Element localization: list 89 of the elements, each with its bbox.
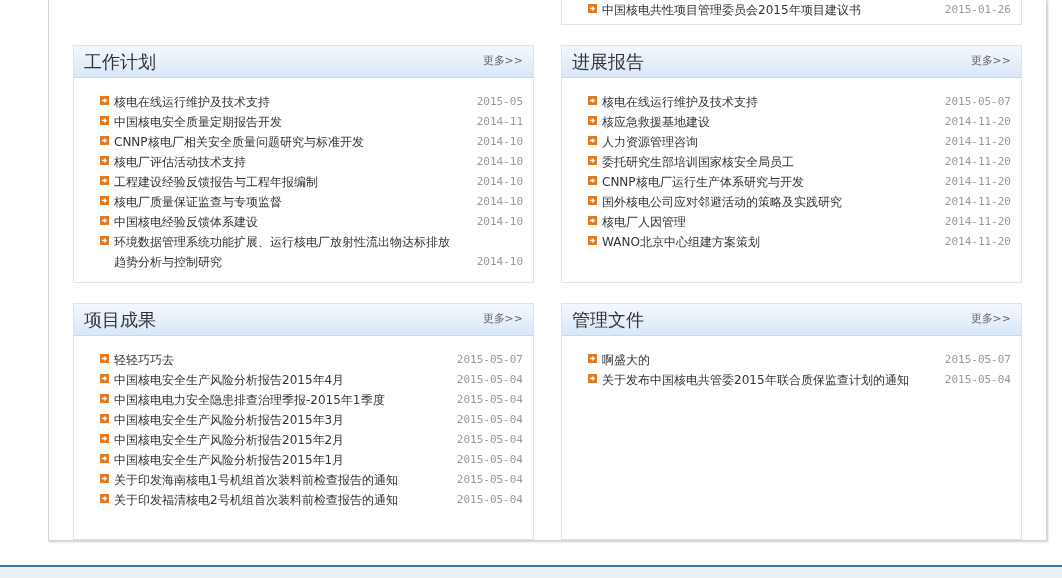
- arrow-bullet-icon: [100, 236, 109, 245]
- news-date: 2015-05-04: [456, 472, 523, 488]
- news-link[interactable]: 工程建设经验反馈报告与工程年报编制: [114, 172, 472, 192]
- more-link[interactable]: 更多>>: [482, 311, 523, 328]
- panel-title: 管理文件: [572, 308, 644, 332]
- news-link[interactable]: CNNP核电厂相关安全质量问题研究与标准开发: [114, 132, 472, 152]
- arrow-bullet-icon: [100, 196, 109, 205]
- news-link[interactable]: 核电厂质量保证监查与专项监督: [114, 192, 472, 212]
- arrow-bullet-icon: [100, 136, 109, 145]
- news-date: 2014-11-20: [944, 174, 1011, 190]
- news-link[interactable]: 人力资源管理咨询: [602, 132, 940, 152]
- arrow-bullet-icon: [100, 176, 109, 185]
- arrow-bullet-icon: [100, 494, 109, 503]
- arrow-bullet-icon: [588, 116, 597, 125]
- news-link[interactable]: 核电在线运行维护及技术支持: [602, 92, 940, 112]
- arrow-bullet-icon: [588, 96, 597, 105]
- news-date: 2014-11-20: [944, 214, 1011, 230]
- arrow-bullet-icon: [588, 216, 597, 225]
- news-link[interactable]: 核电厂评估活动技术支持: [114, 152, 472, 172]
- news-date: 2015-05-04: [456, 372, 523, 388]
- news-link[interactable]: WANO北京中心组建方案策划: [602, 232, 940, 252]
- arrow-bullet-icon: [588, 176, 597, 185]
- arrow-bullet-icon: [100, 216, 109, 225]
- news-date: 2014-11-20: [944, 154, 1011, 170]
- news-link[interactable]: 关于印发海南核电1号机组首次装料前检查报告的通知: [114, 470, 452, 490]
- news-date: 2014-11: [476, 114, 523, 130]
- news-date: 2015-05-04: [456, 412, 523, 428]
- news-link[interactable]: 环境数据管理系统功能扩展、运行核电厂放射性流出物达标排放趋势分析与控制研究: [114, 232, 472, 272]
- panel-title: 进展报告: [572, 50, 644, 74]
- arrow-bullet-icon: [588, 4, 597, 13]
- news-link[interactable]: 中国核电经验反馈体系建设: [114, 212, 472, 232]
- news-link[interactable]: 中国核电安全生产风险分析报告2015年4月: [114, 370, 452, 390]
- news-date: 2015-05-04: [456, 452, 523, 468]
- news-link[interactable]: 中国核电安全生产风险分析报告2015年3月: [114, 410, 452, 430]
- news-date: 2014-10: [476, 254, 523, 270]
- arrow-bullet-icon: [588, 196, 597, 205]
- arrow-bullet-icon: [100, 434, 109, 443]
- news-link[interactable]: 关于发布中国核电共管委2015年联合质保监查计划的通知: [602, 370, 940, 390]
- panel-title: 项目成果: [84, 308, 156, 332]
- arrow-bullet-icon: [100, 374, 109, 383]
- news-date: 2015-05-07: [944, 94, 1011, 110]
- news-date: 2015-05-04: [944, 372, 1011, 388]
- news-link[interactable]: 国外核电公司应对邻避活动的策略及实践研究: [602, 192, 940, 212]
- news-date: 2014-11-20: [944, 234, 1011, 250]
- news-date: 2015-05-04: [456, 392, 523, 408]
- news-link[interactable]: 关于印发福清核电2号机组首次装料前检查报告的通知: [114, 490, 452, 510]
- arrow-bullet-icon: [100, 414, 109, 423]
- news-link[interactable]: 核电在线运行维护及技术支持: [114, 92, 472, 112]
- arrow-bullet-icon: [100, 156, 109, 165]
- more-link[interactable]: 更多>>: [482, 53, 523, 70]
- arrow-bullet-icon: [588, 156, 597, 165]
- news-date: 2014-10: [476, 194, 523, 210]
- news-link[interactable]: 核电厂人因管理: [602, 212, 940, 232]
- news-link[interactable]: 中国核电安全质量定期报告开发: [114, 112, 472, 132]
- news-link[interactable]: 轻轻巧巧去: [114, 350, 452, 370]
- panel-title: 工作计划: [84, 50, 156, 74]
- news-date: 2014-10: [476, 134, 523, 150]
- more-link[interactable]: 更多>>: [970, 311, 1011, 328]
- arrow-bullet-icon: [100, 116, 109, 125]
- news-date: 2015-05-07: [456, 352, 523, 368]
- arrow-bullet-icon: [100, 354, 109, 363]
- news-date: 2014-10: [476, 214, 523, 230]
- news-link[interactable]: 委托研究生部培训国家核安全局员工: [602, 152, 940, 172]
- arrow-bullet-icon: [100, 394, 109, 403]
- arrow-bullet-icon: [588, 374, 597, 383]
- news-link[interactable]: 中国核电电力安全隐患排查治理季报-2015年1季度: [114, 390, 452, 410]
- news-date: 2015-05: [476, 94, 523, 110]
- news-link[interactable]: 中国核电安全生产风险分析报告2015年2月: [114, 430, 452, 450]
- news-date: 2015-05-07: [944, 352, 1011, 368]
- news-date: 2015-01-26: [944, 2, 1011, 18]
- news-link[interactable]: 中国核电共性项目管理委员会2015年项目建议书: [602, 0, 940, 20]
- arrow-bullet-icon: [588, 354, 597, 363]
- news-date: 2014-10: [476, 174, 523, 190]
- news-link[interactable]: 中国核电安全生产风险分析报告2015年1月: [114, 450, 452, 470]
- news-link[interactable]: 核应急救援基地建设: [602, 112, 940, 132]
- news-date: 2014-11-20: [944, 134, 1011, 150]
- news-date: 2014-10: [476, 154, 523, 170]
- arrow-bullet-icon: [588, 136, 597, 145]
- news-date: 2014-11-20: [944, 194, 1011, 210]
- news-date: 2015-05-04: [456, 492, 523, 508]
- news-date: 2015-05-04: [456, 432, 523, 448]
- news-link[interactable]: CNNP核电厂运行生产体系研究与开发: [602, 172, 940, 192]
- arrow-bullet-icon: [100, 96, 109, 105]
- news-link[interactable]: 啊盛大的: [602, 350, 940, 370]
- more-link[interactable]: 更多>>: [970, 53, 1011, 70]
- arrow-bullet-icon: [588, 236, 597, 245]
- arrow-bullet-icon: [100, 474, 109, 483]
- news-date: 2014-11-20: [944, 114, 1011, 130]
- arrow-bullet-icon: [100, 454, 109, 463]
